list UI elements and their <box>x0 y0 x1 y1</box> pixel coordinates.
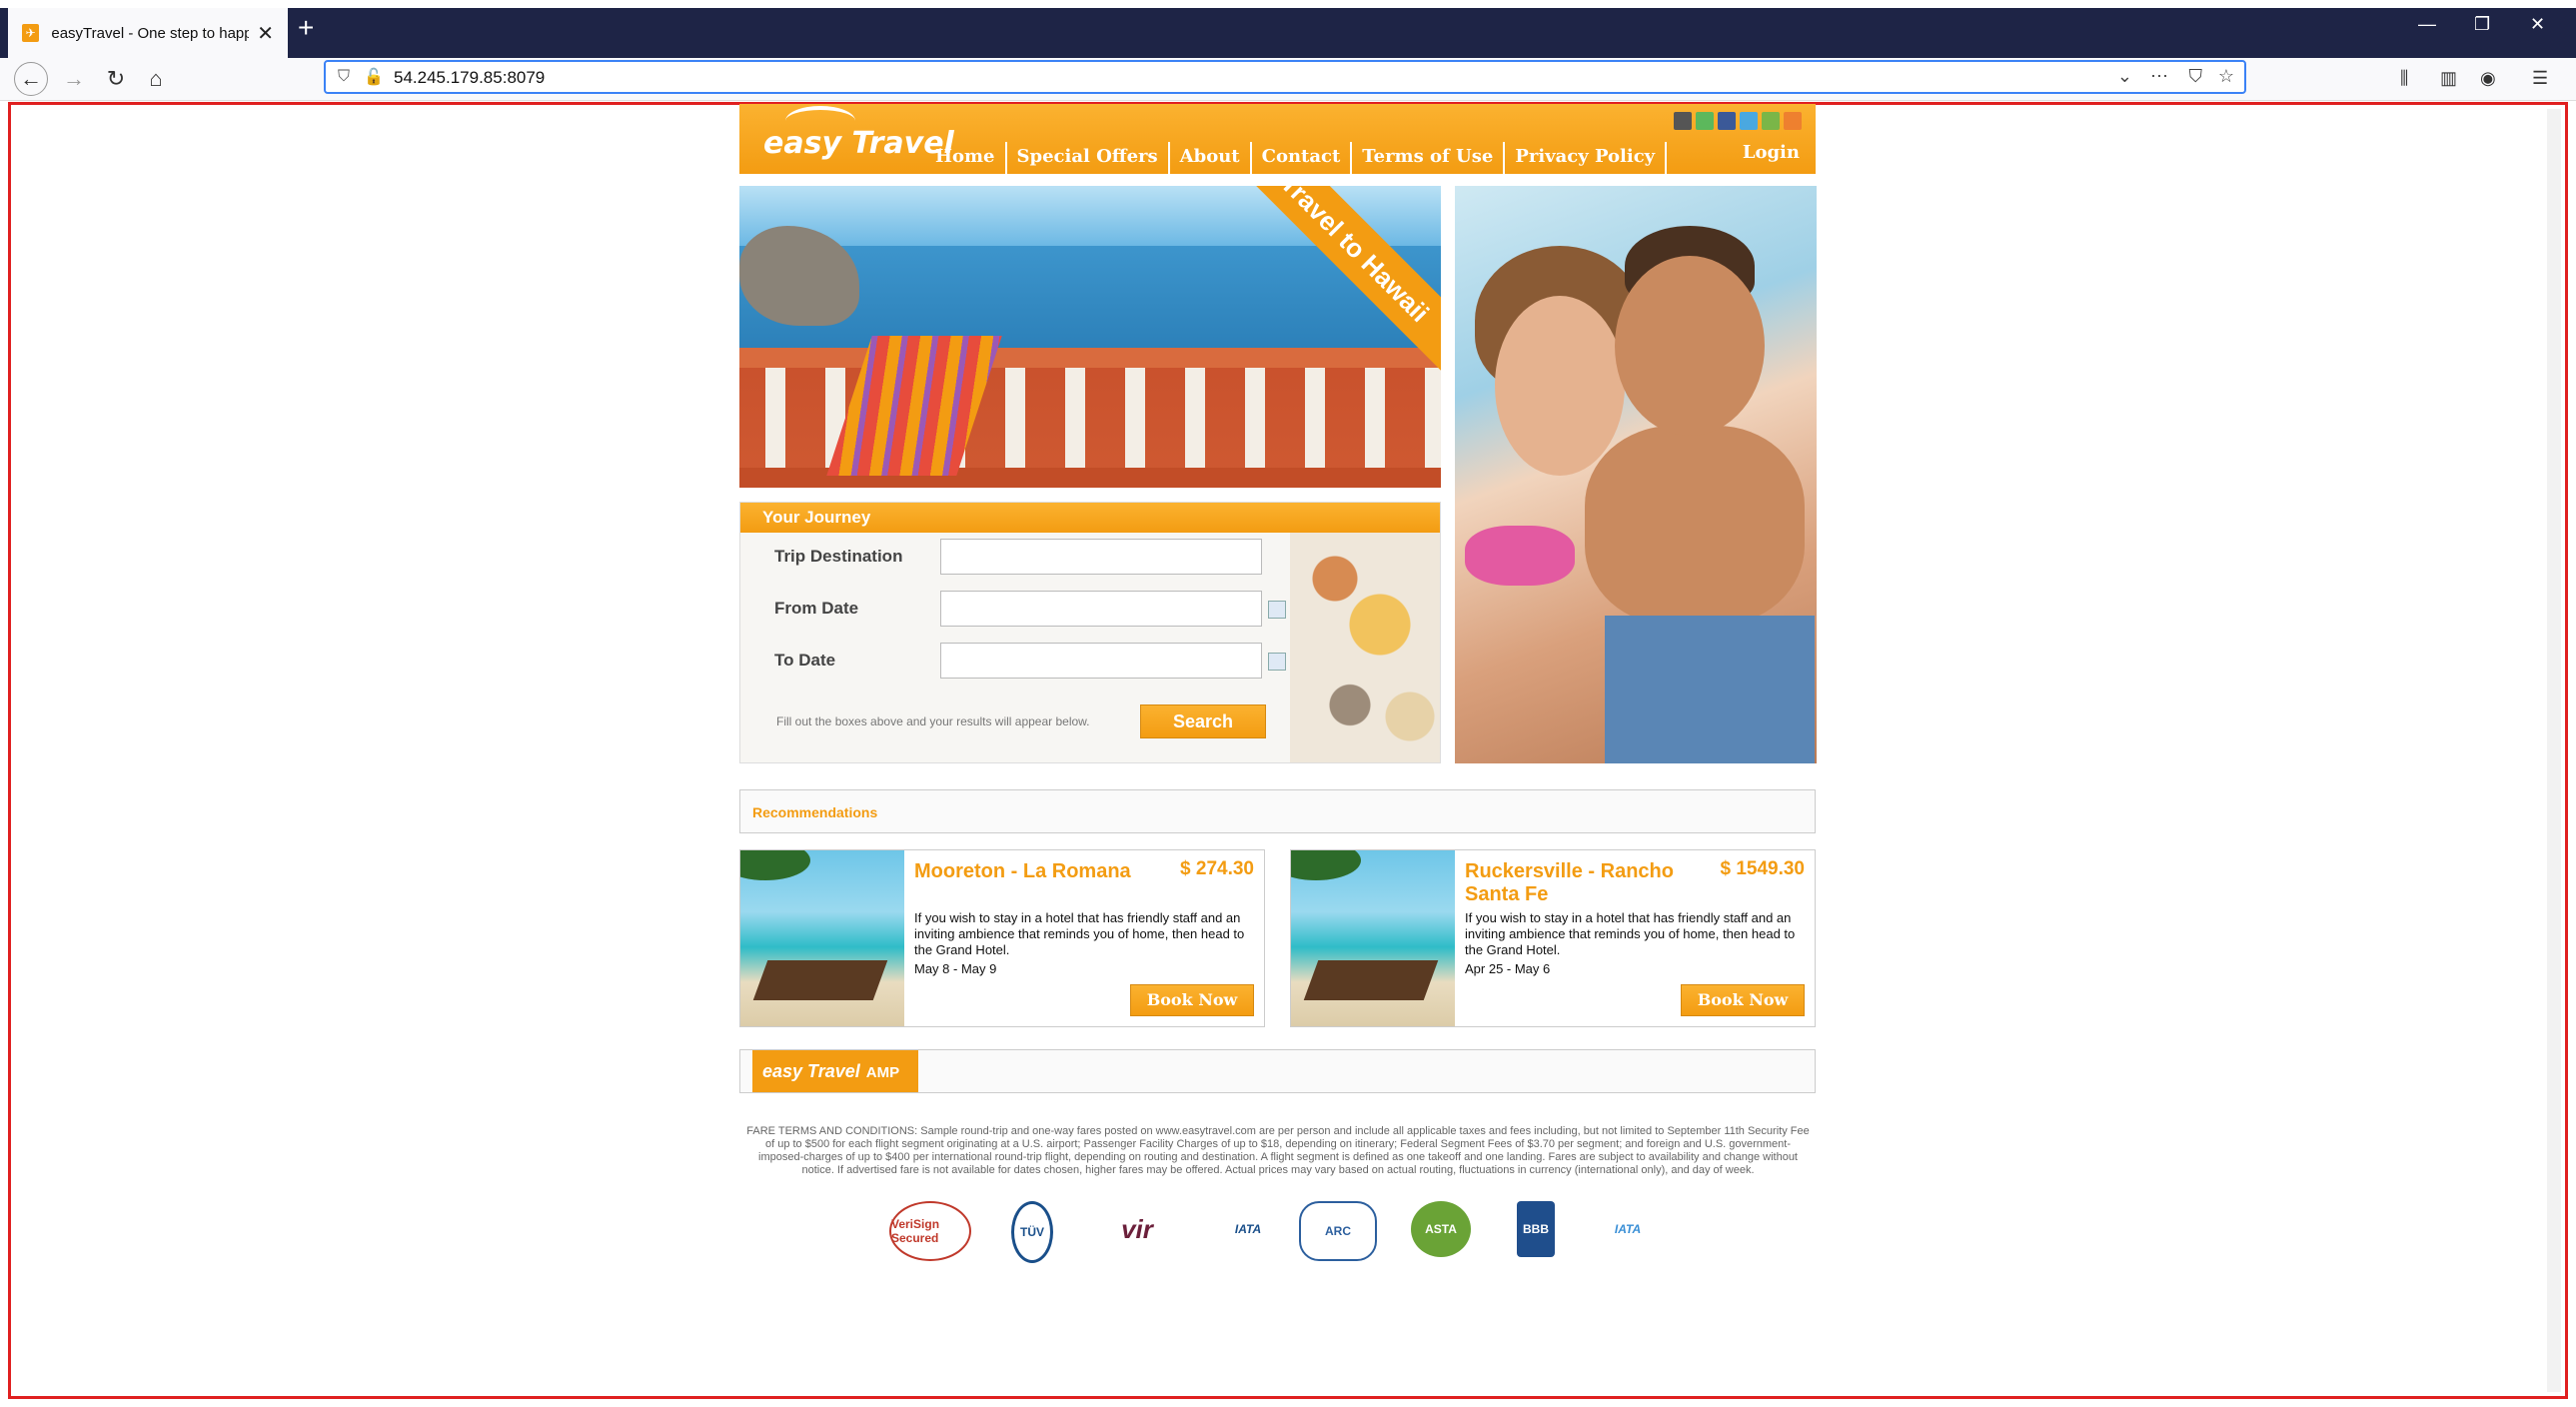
delicious-icon[interactable] <box>1674 112 1692 130</box>
book-now-button[interactable]: Book Now <box>1681 984 1805 1016</box>
from-date-row: From Date <box>774 589 1286 629</box>
search-button[interactable]: Search <box>1140 704 1266 738</box>
menu-icon[interactable]: ☰ <box>2532 68 2548 89</box>
recommendations-header: Recommendations <box>739 789 1816 833</box>
browser-tab-strip: ✈ easyTravel - One step to happiness ✕ +… <box>0 0 2576 58</box>
back-arrow-icon[interactable]: ← <box>14 62 48 96</box>
close-tab-icon[interactable]: ✕ <box>257 21 274 46</box>
main-menu: Home Special Offers About Contact Terms … <box>925 142 1668 174</box>
tab-title: easyTravel - One step to happiness <box>51 24 250 42</box>
to-date-row: To Date <box>774 641 1286 681</box>
from-date-input[interactable] <box>940 591 1262 627</box>
page-actions-icon[interactable]: ⋯ <box>2150 66 2168 87</box>
reload-icon[interactable]: ↻ <box>100 63 132 95</box>
calendar-icon[interactable] <box>1268 653 1286 671</box>
trust-badges: VeriSign Secured TÜV vir IATA ARC ASTA B… <box>889 1201 1669 1263</box>
seashells-image <box>1290 533 1440 762</box>
card-description: If you wish to stay in a hotel that has … <box>914 910 1245 957</box>
digg-icon[interactable] <box>1762 112 1780 130</box>
from-date-label: From Date <box>774 599 859 618</box>
recommendation-card: Ruckersville - Rancho Santa Fe $ 1549.30… <box>1290 849 1816 1027</box>
home-icon[interactable]: ⌂ <box>140 63 172 95</box>
library-icon[interactable]: ⫼ <box>2400 68 2408 89</box>
browser-tab[interactable]: ✈ easyTravel - One step to happiness ✕ <box>8 8 288 58</box>
book-now-button[interactable]: Book Now <box>1130 984 1254 1016</box>
menu-about[interactable]: About <box>1167 142 1250 174</box>
bbb-badge: BBB <box>1517 1201 1555 1257</box>
url-text[interactable]: 54.245.179.85:8079 <box>394 68 545 88</box>
amp-bar: easy Travel AMP <box>739 1049 1816 1093</box>
journey-search-panel: Your Journey Trip Destination From Date … <box>739 502 1441 763</box>
trip-destination-input[interactable] <box>940 539 1262 575</box>
recommendation-card: Mooreton - La Romana $ 274.30 If you wis… <box>739 849 1265 1027</box>
close-window-icon[interactable]: ✕ <box>2530 14 2545 35</box>
search-hint: Fill out the boxes above and your result… <box>776 714 1090 728</box>
iata-badge: IATA <box>1614 1222 1642 1236</box>
navigation-toolbar: ← → ↻ ⌂ ⛉ 🔓 54.245.179.85:8079 ⌄ ⋯ ⛉ ☆ ⫼… <box>0 58 2576 101</box>
calendar-icon[interactable] <box>1268 601 1286 619</box>
arc-badge: ARC <box>1299 1201 1377 1261</box>
account-icon[interactable]: ◉ <box>2480 68 2496 89</box>
new-tab-button[interactable]: + <box>298 13 314 43</box>
menu-terms-of-use[interactable]: Terms of Use <box>1350 142 1503 174</box>
trip-destination-label: Trip Destination <box>774 547 903 566</box>
card-price: $ 274.30 <box>1180 858 1254 879</box>
iata-badge: IATA <box>1234 1222 1262 1236</box>
site-header: easy Travel Home Special Offers About Co… <box>739 104 1816 174</box>
card-dates: May 8 - May 9 <box>914 961 997 976</box>
url-bar[interactable]: ⛉ 🔓 54.245.179.85:8079 ⌄ ⋯ ⛉ ☆ <box>324 60 2246 94</box>
fare-terms: FARE TERMS AND CONDITIONS: Sample round-… <box>746 1125 1810 1176</box>
card-dates: Apr 25 - May 6 <box>1465 961 1551 976</box>
easytravel-amp-logo[interactable]: easy Travel AMP <box>752 1050 918 1092</box>
menu-contact[interactable]: Contact <box>1249 142 1351 174</box>
card-description: If you wish to stay in a hotel that has … <box>1465 910 1796 957</box>
favicon-icon: ✈ <box>22 24 40 42</box>
to-date-label: To Date <box>774 651 836 670</box>
journey-title: Your Journey <box>740 503 1440 533</box>
card-price: $ 1549.30 <box>1720 858 1805 879</box>
beach-thumbnail[interactable] <box>1291 850 1455 1026</box>
insecure-lock-icon[interactable]: 🔓 <box>364 67 384 87</box>
tuv-badge: TÜV <box>1011 1201 1053 1263</box>
card-destination[interactable]: Ruckersville - Rancho Santa Fe <box>1465 860 1685 906</box>
trip-destination-row: Trip Destination <box>774 537 1262 577</box>
tracking-shield-icon[interactable]: ⛉ <box>338 68 350 86</box>
menu-privacy-policy[interactable]: Privacy Policy <box>1503 142 1668 174</box>
sidebar-icon[interactable]: ▥ <box>2440 68 2457 89</box>
url-dropdown-icon[interactable]: ⌄ <box>2117 66 2132 87</box>
couple-photo <box>1455 186 1817 763</box>
vertical-scrollbar[interactable] <box>2547 109 2561 1392</box>
top-strip <box>0 0 2576 8</box>
verisign-badge: VeriSign Secured <box>889 1201 971 1261</box>
rss-icon[interactable] <box>1784 112 1802 130</box>
card-destination[interactable]: Mooreton - La Romana <box>914 860 1134 883</box>
menu-home[interactable]: Home <box>925 142 1005 174</box>
share-plus-icon[interactable] <box>1696 112 1714 130</box>
pocket-icon[interactable]: ⛉ <box>2189 66 2203 87</box>
to-date-input[interactable] <box>940 643 1262 679</box>
beach-thumbnail[interactable] <box>740 850 904 1026</box>
recommendations-title: Recommendations <box>752 804 878 820</box>
menu-special-offers[interactable]: Special Offers <box>1004 142 1168 174</box>
forward-arrow-icon[interactable]: → <box>58 63 90 95</box>
login-link[interactable]: Login <box>1743 142 1800 163</box>
twitter-icon[interactable] <box>1740 112 1758 130</box>
asta-badge: ASTA <box>1411 1201 1471 1257</box>
social-links <box>1674 112 1802 130</box>
restore-icon[interactable]: ❐ <box>2474 14 2490 35</box>
hero-image: Travel to Hawaii <box>739 186 1441 488</box>
bookmark-star-icon[interactable]: ☆ <box>2218 66 2234 87</box>
facebook-icon[interactable] <box>1718 112 1736 130</box>
minimize-icon[interactable]: — <box>2418 14 2436 35</box>
vir-badge: vir <box>1121 1213 1153 1244</box>
